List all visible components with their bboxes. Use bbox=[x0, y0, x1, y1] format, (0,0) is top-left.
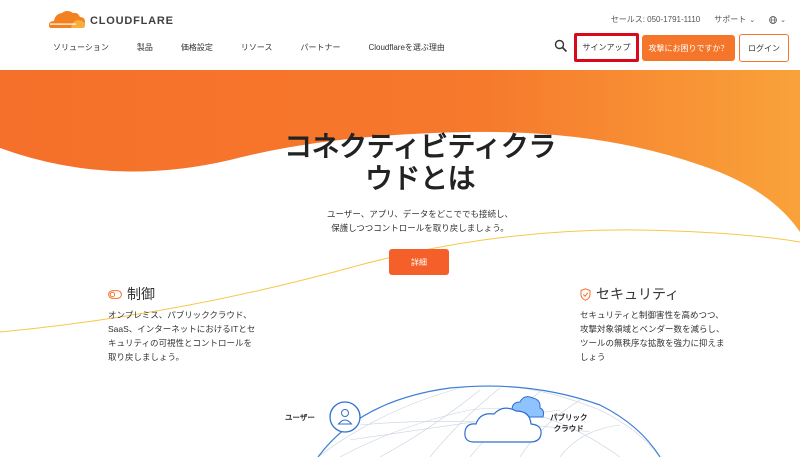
main-nav: ソリューション 製品 価格設定 リソース パートナー Cloudflareを選ぶ… bbox=[53, 42, 473, 53]
nav-item-why-cloudflare[interactable]: Cloudflareを選ぶ理由 bbox=[368, 42, 444, 53]
hero-subtitle: ユーザー、アプリ、データをどこででも接続し、 保護しつつコントロールを取り戻しま… bbox=[300, 207, 540, 235]
support-menu[interactable]: サポート ⌄ bbox=[714, 14, 755, 25]
feature-security-line: しょう bbox=[580, 352, 606, 362]
feature-control: 制御 オンプレミス、パブリッククラウド、 SaaS、インターネットにおけるITと… bbox=[108, 284, 268, 364]
feature-security-title: セキュリティ bbox=[596, 286, 680, 302]
hero-title-line-1: コネクティビティクラ bbox=[284, 130, 556, 163]
public-cloud-label-line: クラウド bbox=[553, 424, 584, 433]
shield-check-icon bbox=[580, 287, 591, 301]
signup-button[interactable]: サインアップ bbox=[574, 33, 639, 62]
nav-item-partners[interactable]: パートナー bbox=[300, 42, 340, 53]
sales-phone-link[interactable]: セールス: 050-1791-1110 bbox=[611, 14, 701, 25]
nav-item-solutions[interactable]: ソリューション bbox=[53, 42, 109, 53]
chevron-down-icon: ⌄ bbox=[749, 16, 756, 24]
brand-name: CLOUDFLARE bbox=[90, 15, 174, 27]
feature-control-title: 制御 bbox=[127, 286, 155, 302]
nav-item-products[interactable]: 製品 bbox=[137, 42, 153, 53]
hero-subtitle-line-1: ユーザー、アプリ、データをどこででも接続し、 bbox=[327, 209, 513, 219]
feature-control-line: 取り戻しましょう。 bbox=[108, 352, 184, 362]
login-button[interactable]: ログイン bbox=[739, 34, 789, 62]
cloud-node bbox=[464, 396, 545, 443]
feature-security: セキュリティ セキュリティと制御害性を高めつつ、 攻撃対象領域とベンダー数を減ら… bbox=[580, 284, 740, 364]
network-diagram bbox=[317, 385, 661, 457]
search-icon[interactable] bbox=[554, 39, 568, 53]
site-header: CLOUDFLARE セールス: 050-1791-1110 サポート ⌄ ⌄ … bbox=[0, 0, 800, 70]
feature-control-line: オンプレミス、パブリッククラウド、 bbox=[108, 310, 252, 320]
top-utility-bar: セールス: 050-1791-1110 サポート ⌄ ⌄ bbox=[611, 14, 786, 25]
feature-security-line: セキュリティと制御害性を高めつつ、 bbox=[580, 310, 724, 320]
chevron-down-icon: ⌄ bbox=[780, 16, 786, 24]
feature-control-line: キュリティの可視性とコントロールを bbox=[108, 338, 252, 348]
toggle-icon bbox=[108, 289, 122, 299]
cloudflare-logo[interactable]: CLOUDFLARE bbox=[47, 8, 174, 30]
feature-control-body: オンプレミス、パブリッククラウド、 SaaS、インターネットにおけるITとセ キ… bbox=[108, 308, 268, 364]
feature-security-body: セキュリティと制御害性を高めつつ、 攻撃対象領域とベンダー数を減らし、 ツールの… bbox=[580, 308, 740, 364]
user-label: ユーザー bbox=[285, 413, 315, 422]
learn-more-button[interactable]: 詳細 bbox=[389, 249, 449, 275]
globe-icon bbox=[769, 15, 777, 24]
public-cloud-label-line: パブリック bbox=[550, 413, 588, 422]
feature-security-line: ツールの無秩序な拡散を強力に抑えま bbox=[580, 338, 725, 348]
user-node bbox=[329, 401, 361, 433]
feature-control-header: 制御 bbox=[108, 284, 268, 304]
language-selector[interactable]: ⌄ bbox=[769, 15, 786, 24]
nav-item-resources[interactable]: リソース bbox=[241, 42, 273, 53]
public-cloud-label: パブリック クラウド bbox=[550, 412, 588, 434]
hero-title: コネクティビティクラ ウドとは bbox=[270, 131, 570, 195]
hero-subtitle-line-2: 保護しつつコントロールを取り戻しましょう。 bbox=[331, 223, 509, 233]
nav-item-pricing[interactable]: 価格設定 bbox=[181, 42, 213, 53]
feature-security-header: セキュリティ bbox=[580, 284, 740, 304]
feature-security-line: 攻撃対象領域とベンダー数を減らし、 bbox=[580, 324, 725, 334]
support-label: サポート bbox=[714, 15, 747, 24]
feature-control-line: SaaS、インターネットにおけるITとセ bbox=[108, 324, 256, 334]
hero-title-line-2: ウドとは bbox=[364, 162, 476, 195]
under-attack-button[interactable]: 攻撃にお困りですか？ bbox=[642, 35, 735, 61]
cloudflare-cloud-icon bbox=[49, 11, 85, 28]
